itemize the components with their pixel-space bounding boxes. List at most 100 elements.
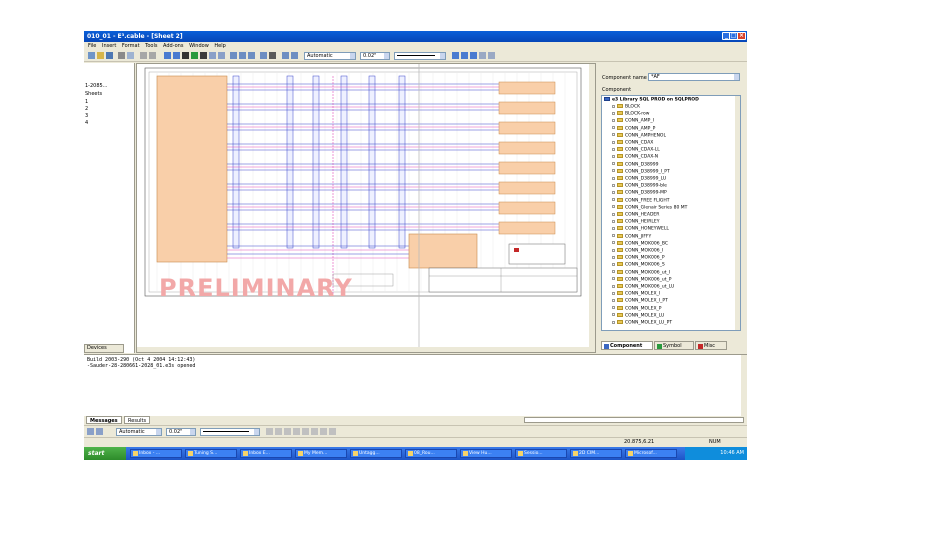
- tree-item[interactable]: CONN_D38999-MP: [612, 190, 667, 196]
- expand-icon[interactable]: [612, 140, 615, 144]
- tree-item[interactable]: CONN_JIFFY: [612, 233, 651, 240]
- layer-icon[interactable]: [248, 52, 255, 59]
- component-icon[interactable]: [191, 52, 198, 59]
- component-tree[interactable]: e3 Library SQL PROD on SQLPROD BLOCK BLOC…: [601, 95, 741, 331]
- block-icon[interactable]: [218, 52, 225, 59]
- tree-item[interactable]: CONN_MOK006_S: [612, 262, 665, 268]
- expand-icon[interactable]: [612, 298, 615, 302]
- expand-icon[interactable]: [612, 277, 615, 281]
- distribute-icon[interactable]: [275, 428, 282, 435]
- menu-help[interactable]: Help: [214, 42, 225, 50]
- tree-item[interactable]: CONN_MOK006_ut_LU: [612, 284, 674, 290]
- expand-icon[interactable]: [612, 291, 615, 295]
- expand-icon[interactable]: [612, 176, 615, 180]
- expand-icon[interactable]: [612, 212, 615, 216]
- taskbar-button[interactable]: 08_Rou...: [405, 449, 457, 458]
- expand-icon[interactable]: [612, 162, 615, 166]
- output-scrollbar[interactable]: [741, 355, 747, 416]
- connector-icon[interactable]: [182, 52, 189, 59]
- tree-item[interactable]: CONN_D38999_I_PT: [612, 168, 670, 175]
- expand-icon[interactable]: [612, 313, 615, 317]
- tree-root[interactable]: e3 Library SQL PROD on SQLPROD: [604, 97, 699, 103]
- vertical-scrollbar[interactable]: [589, 64, 595, 352]
- menu-window[interactable]: Window: [189, 42, 209, 50]
- expand-icon[interactable]: [612, 270, 615, 274]
- tree-item[interactable]: BLOCK-row: [612, 111, 649, 117]
- polyline-icon[interactable]: [461, 52, 468, 59]
- tab-results[interactable]: Results: [124, 416, 151, 424]
- new-icon[interactable]: [88, 52, 95, 59]
- tab-messages[interactable]: Messages: [86, 416, 122, 424]
- tree-node[interactable]: 3: [85, 113, 88, 119]
- expand-icon[interactable]: [612, 320, 615, 324]
- expand-icon[interactable]: [612, 104, 615, 108]
- menu-tools[interactable]: Tools: [145, 42, 157, 50]
- expand-icon[interactable]: [612, 306, 615, 310]
- open-icon[interactable]: [97, 52, 104, 59]
- cable-icon[interactable]: [209, 52, 216, 59]
- tree-item[interactable]: CONN_HEIRLEY: [612, 219, 659, 225]
- align-icon[interactable]: [266, 428, 273, 435]
- tree-node[interactable]: Sheets: [85, 91, 102, 97]
- tree-item[interactable]: CONN_MOK006_I: [612, 248, 663, 254]
- tree-item[interactable]: CONN_D38999-ble: [612, 183, 667, 189]
- tree-node[interactable]: 1-2085...: [85, 83, 107, 89]
- preview-icon[interactable]: [127, 52, 134, 59]
- taskbar-button[interactable]: Inbox E...: [240, 449, 292, 458]
- expand-icon[interactable]: [612, 118, 615, 122]
- expand-icon[interactable]: [612, 248, 615, 252]
- rotate-icon[interactable]: [284, 428, 291, 435]
- paragraph-icon[interactable]: [269, 52, 276, 59]
- line-width-select-2[interactable]: 0.02": [166, 428, 196, 436]
- expand-icon[interactable]: [612, 190, 615, 194]
- snap-icon[interactable]: [239, 52, 246, 59]
- taskbar-button[interactable]: 2D CIM...: [570, 449, 622, 458]
- mirror-icon[interactable]: [293, 428, 300, 435]
- component-name-select[interactable]: *AF: [648, 73, 740, 81]
- taskbar-button[interactable]: Untagg...: [350, 449, 402, 458]
- arc-icon[interactable]: [470, 52, 477, 59]
- tree-item[interactable]: CONN_Glenair Series 80 MT: [612, 204, 687, 211]
- circle-icon[interactable]: [488, 52, 495, 59]
- expand-icon[interactable]: [612, 111, 615, 115]
- rectangle-icon[interactable]: [479, 52, 486, 59]
- line-width-select[interactable]: 0.02": [360, 52, 390, 60]
- table-icon[interactable]: [260, 52, 267, 59]
- expand-icon[interactable]: [612, 205, 615, 209]
- expand-icon[interactable]: [612, 234, 615, 238]
- tree-scrollbar[interactable]: [735, 96, 740, 330]
- tree-item[interactable]: CONN_FREE FLIGHT: [612, 197, 670, 204]
- tab-devices[interactable]: Devices: [84, 344, 124, 353]
- tree-node[interactable]: 1: [85, 99, 88, 105]
- output-window[interactable]: Build 2003-290 (Oct 4 2004 14:12:43) -Sa…: [84, 354, 747, 416]
- expand-icon[interactable]: [612, 183, 615, 187]
- front-icon[interactable]: [320, 428, 327, 435]
- image-icon[interactable]: [291, 52, 298, 59]
- expand-icon[interactable]: [612, 154, 615, 158]
- zoom-select[interactable]: Automatic: [304, 52, 356, 60]
- taskbar-button[interactable]: Microsof...: [625, 449, 677, 458]
- select-icon[interactable]: [164, 52, 171, 59]
- redo-icon[interactable]: [149, 52, 156, 59]
- schematic-canvas[interactable]: PRELIMINARY: [136, 63, 596, 353]
- expand-icon[interactable]: [612, 255, 615, 259]
- grid-icon[interactable]: [230, 52, 237, 59]
- taskbar-button[interactable]: Tuning S...: [185, 449, 237, 458]
- tree-item[interactable]: CONN_D38999: [612, 161, 658, 168]
- expand-icon[interactable]: [612, 169, 615, 173]
- horizontal-scrollbar[interactable]: [137, 347, 595, 352]
- menu-addons[interactable]: Add-ons: [163, 42, 183, 50]
- tree-item[interactable]: CONN_MOLEX_P: [612, 305, 662, 312]
- tree-item[interactable]: CONN_AMPHENOL: [612, 132, 666, 139]
- line-icon[interactable]: [452, 52, 459, 59]
- output-hscrollbar[interactable]: [524, 417, 744, 423]
- expand-icon[interactable]: [612, 219, 615, 223]
- menu-insert[interactable]: Insert: [102, 42, 116, 50]
- close-button[interactable]: ×: [737, 32, 746, 40]
- tree-item[interactable]: CONN_MOK006_ut_I: [612, 269, 670, 276]
- undo-icon[interactable]: [140, 52, 147, 59]
- menu-format[interactable]: Format: [122, 42, 140, 50]
- taskbar-button[interactable]: Inbox - ...: [130, 449, 182, 458]
- device-icon[interactable]: [200, 52, 207, 59]
- tree-item[interactable]: CONN_MOLEX_I_PT: [612, 298, 668, 304]
